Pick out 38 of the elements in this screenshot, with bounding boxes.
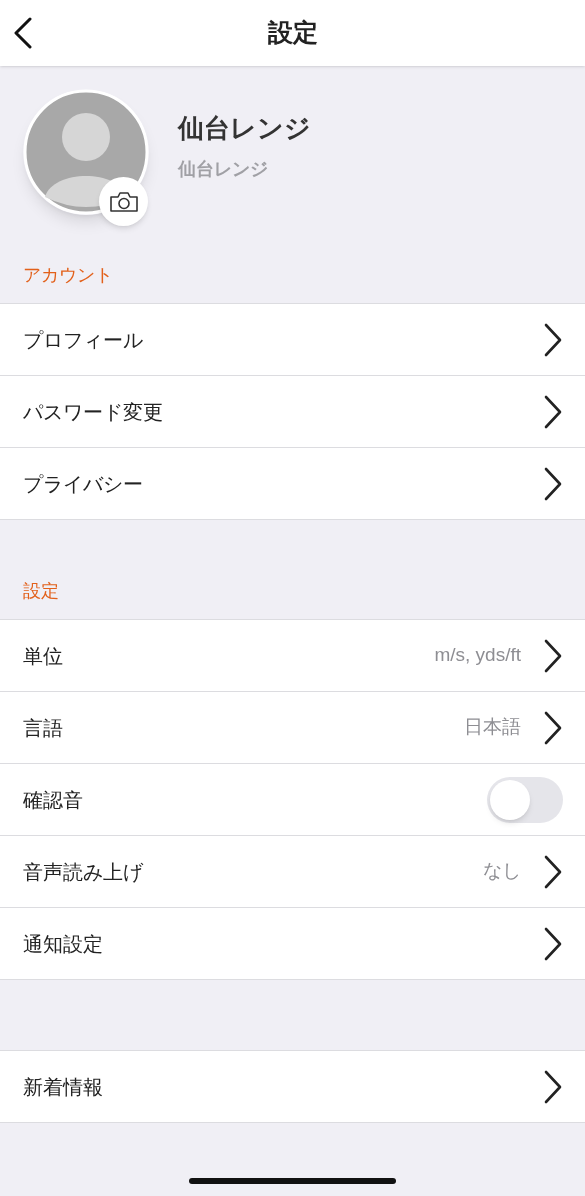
settings-row[interactable]: 通知設定 (0, 908, 585, 980)
chevron-right-icon (543, 926, 563, 961)
section-header: アカウント (23, 264, 113, 287)
row-label: 音声読み上げ (23, 859, 144, 885)
profile-subtitle: 仙台レンジ (178, 158, 269, 181)
chevron-right-icon (543, 1069, 563, 1104)
page-title: 設定 (267, 17, 318, 49)
chevron-right-icon (543, 638, 563, 673)
settings-row[interactable]: 新着情報 (0, 1051, 585, 1123)
row-label: 新着情報 (23, 1074, 104, 1100)
row-value: 日本語 (464, 715, 521, 740)
row-label: プロフィール (23, 327, 144, 353)
settings-row[interactable]: パスワード変更 (0, 376, 585, 448)
row-label: 言語 (23, 715, 64, 741)
settings-row[interactable]: 音声読み上げ なし (0, 836, 585, 908)
row-label: 単位 (23, 643, 64, 669)
section-header: 設定 (23, 580, 59, 603)
settings-row[interactable]: プライバシー (0, 448, 585, 520)
camera-icon (108, 190, 139, 213)
chevron-right-icon (543, 854, 563, 889)
toggle-switch[interactable] (487, 776, 563, 823)
settings-row[interactable]: 単位 m/s, yds/ft (0, 620, 585, 692)
chevron-right-icon (543, 394, 563, 429)
settings-row[interactable]: プロフィール (0, 304, 585, 376)
row-value: なし (483, 859, 521, 884)
settings-row[interactable]: 言語 日本語 (0, 692, 585, 764)
row-label: 通知設定 (23, 931, 104, 957)
row-label: 確認音 (23, 787, 84, 813)
chevron-right-icon (543, 710, 563, 745)
row-value: m/s, yds/ft (434, 643, 521, 668)
row-label: プライバシー (23, 471, 144, 497)
back-icon[interactable] (13, 17, 33, 49)
profile-name: 仙台レンジ (178, 112, 311, 145)
chevron-right-icon (543, 466, 563, 501)
row-label: パスワード変更 (23, 399, 164, 425)
settings-row[interactable]: 確認音 (0, 764, 585, 836)
chevron-right-icon (543, 322, 563, 357)
camera-button[interactable] (99, 177, 148, 226)
